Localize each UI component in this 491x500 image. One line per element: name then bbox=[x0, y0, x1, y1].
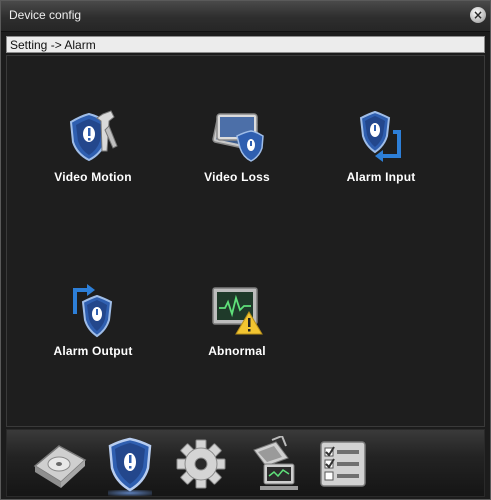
alarm-output-item[interactable]: Alarm Output bbox=[33, 282, 153, 358]
alarm-menu-panel: Video Motion Video Loss Alarm Input Alar… bbox=[6, 55, 485, 427]
network-dock-button[interactable] bbox=[242, 435, 302, 492]
window-title: Device config bbox=[9, 8, 82, 22]
info-dock-button[interactable] bbox=[313, 436, 373, 492]
hard-disk-icon bbox=[33, 445, 87, 488]
alarm-input-item[interactable]: Alarm Input bbox=[321, 108, 441, 184]
device-config-window: Device config × Setting -> Alarm Video M… bbox=[0, 0, 491, 500]
settings-dock-button[interactable] bbox=[171, 436, 231, 492]
breadcrumb: Setting -> Alarm bbox=[6, 36, 485, 53]
storage-dock-button[interactable] bbox=[29, 436, 89, 492]
video-loss-label: Video Loss bbox=[204, 170, 270, 184]
gear-icon bbox=[176, 439, 226, 489]
alarm-output-label: Alarm Output bbox=[53, 344, 133, 358]
alarm-dock-button[interactable] bbox=[100, 436, 160, 496]
video-motion-item[interactable]: Video Motion bbox=[33, 108, 153, 184]
video-motion-label: Video Motion bbox=[54, 170, 132, 184]
network-computer-icon bbox=[253, 435, 298, 490]
shield-monitor-icon bbox=[212, 113, 264, 162]
abnormal-item[interactable]: Abnormal bbox=[177, 282, 297, 358]
close-button[interactable]: × bbox=[470, 7, 486, 23]
shield-tools-icon bbox=[69, 110, 118, 162]
shield-output-icon bbox=[73, 284, 113, 338]
checklist-icon bbox=[320, 441, 366, 487]
title-bar[interactable]: Device config × bbox=[1, 1, 490, 32]
close-icon: × bbox=[472, 8, 484, 22]
shield-alarm-icon bbox=[108, 437, 152, 492]
alarm-input-label: Alarm Input bbox=[346, 170, 416, 184]
monitor-warning-icon bbox=[212, 287, 263, 335]
video-loss-item[interactable]: Video Loss bbox=[177, 108, 297, 184]
shield-input-icon bbox=[359, 110, 401, 162]
abnormal-label: Abnormal bbox=[208, 344, 266, 358]
bottom-dock bbox=[6, 429, 485, 497]
